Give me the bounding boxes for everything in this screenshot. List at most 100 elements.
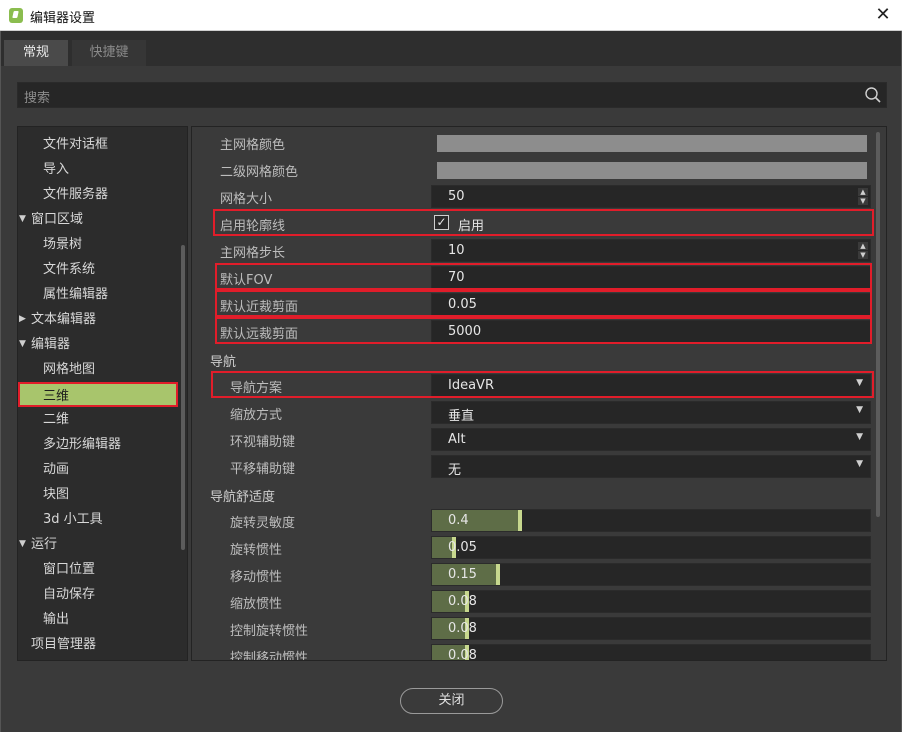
sidebar-item-visual-editors[interactable]: 块图 bbox=[43, 482, 69, 507]
sidebar-item-label: 场景树 bbox=[43, 237, 83, 252]
orbit-modifier-dropdown[interactable]: Alt ▼ bbox=[431, 428, 871, 451]
primary-grid-color-picker[interactable] bbox=[437, 135, 867, 152]
sidebar-item-inspector[interactable]: 属性编辑器 bbox=[43, 282, 108, 307]
step-down-icon[interactable]: ▼ bbox=[858, 197, 868, 205]
primary-grid-steps-spinbox[interactable]: 10 ▲ ▼ bbox=[431, 239, 871, 262]
zoom-inertia-slider[interactable]: 0.08 bbox=[431, 590, 871, 613]
sidebar-item-docks[interactable]: ▼ 窗口区域 bbox=[19, 207, 84, 232]
tab-general[interactable]: 常规 bbox=[4, 40, 68, 66]
show-outline-text: 启用 bbox=[458, 219, 485, 234]
sidebar-item-file-server[interactable]: 文件服务器 bbox=[43, 182, 108, 207]
sidebar-item-import[interactable]: 导入 bbox=[43, 157, 69, 182]
tab-shortcuts[interactable]: 快捷键 bbox=[72, 40, 146, 66]
grid-size-stepper[interactable]: ▲ ▼ bbox=[858, 188, 868, 205]
step-down-icon[interactable]: ▼ bbox=[858, 251, 868, 259]
sidebar-item-scene-tree[interactable]: 场景树 bbox=[43, 232, 82, 257]
slider-handle[interactable] bbox=[496, 564, 500, 585]
navigation-scheme-value: IdeaVR bbox=[448, 378, 494, 393]
primary-grid-steps-stepper[interactable]: ▲ ▼ bbox=[858, 242, 868, 259]
default-fov-value: 70 bbox=[448, 270, 465, 285]
default-z-near-value: 0.05 bbox=[448, 297, 477, 312]
sidebar-item-polygon-editor[interactable]: 多边形编辑器 bbox=[43, 432, 121, 457]
zoom-style-label: 缩放方式 bbox=[230, 408, 283, 423]
orbit-sensitivity-label: 旋转灵敏度 bbox=[230, 516, 296, 531]
expand-arrow-icon[interactable]: ▼ bbox=[19, 532, 26, 557]
properties-panel: 主网格颜色 二级网格颜色 网格大小 50 ▲ ▼ 启用轮廓线 ✓ 启用 主网格步长… bbox=[191, 126, 887, 661]
chevron-down-icon: ▼ bbox=[856, 405, 863, 415]
search-input[interactable]: 搜索 bbox=[17, 82, 887, 108]
sidebar-item-label: 块图 bbox=[43, 487, 70, 502]
grid-size-spinbox[interactable]: 50 ▲ ▼ bbox=[431, 185, 871, 208]
orbit-inertia-slider[interactable]: 0.05 bbox=[431, 536, 871, 559]
sidebar-item-label: 窗口位置 bbox=[43, 562, 96, 577]
sidebar-item-3d-gizmos[interactable]: 3d 小工具 bbox=[43, 507, 103, 532]
sidebar-item-project-manager[interactable]: 项目管理器 bbox=[31, 632, 96, 657]
sidebar-item-filesystem[interactable]: 文件系统 bbox=[43, 257, 95, 282]
grid-size-label: 网格大小 bbox=[220, 192, 273, 207]
default-fov-field[interactable]: 70 bbox=[431, 266, 871, 289]
sidebar-item-label: 3d 小工具 bbox=[43, 512, 103, 527]
primary-grid-steps-label: 主网格步长 bbox=[220, 246, 286, 261]
sidebar-item-label: 三维 bbox=[43, 389, 70, 404]
translation-inertia-value: 0.15 bbox=[448, 567, 477, 582]
sidebar-item-label: 窗口区域 bbox=[31, 212, 84, 227]
collapse-arrow-icon[interactable]: ▶ bbox=[19, 307, 26, 332]
navigation-section-header: 导航 bbox=[210, 355, 237, 370]
step-up-icon[interactable]: ▲ bbox=[858, 242, 868, 250]
zoom-inertia-value: 0.08 bbox=[448, 594, 477, 609]
chevron-down-icon: ▼ bbox=[856, 378, 863, 388]
default-z-near-field[interactable]: 0.05 bbox=[431, 293, 871, 316]
secondary-grid-color-picker[interactable] bbox=[437, 162, 867, 179]
slider-handle[interactable] bbox=[518, 510, 522, 531]
sidebar-scrollbar[interactable] bbox=[181, 245, 185, 550]
pan-modifier-value: 无 bbox=[448, 463, 462, 478]
sidebar-item-label: 项目管理器 bbox=[31, 637, 97, 652]
sidebar-item-label: 二维 bbox=[43, 412, 70, 427]
sidebar-item-text-editor[interactable]: ▶ 文本编辑器 bbox=[19, 307, 97, 332]
zoom-style-value: 垂直 bbox=[448, 409, 475, 424]
manipulation-orbit-inertia-slider[interactable]: 0.08 bbox=[431, 617, 871, 640]
sidebar-item-label: 网格地图 bbox=[43, 362, 96, 377]
translation-inertia-slider[interactable]: 0.15 bbox=[431, 563, 871, 586]
zoom-style-dropdown[interactable]: 垂直 ▼ bbox=[431, 401, 871, 424]
sidebar-item-label: 文件系统 bbox=[43, 262, 96, 277]
sidebar-item-output[interactable]: 输出 bbox=[43, 607, 69, 632]
sidebar-item-label: 文件对话框 bbox=[43, 137, 109, 152]
pan-modifier-dropdown[interactable]: 无 ▼ bbox=[431, 455, 871, 478]
sidebar-item-window-placement[interactable]: 窗口位置 bbox=[43, 557, 95, 582]
chevron-down-icon: ▼ bbox=[856, 459, 863, 469]
sidebar-item-file-dialog[interactable]: 文件对话框 bbox=[43, 132, 108, 157]
default-z-far-field[interactable]: 5000 bbox=[431, 320, 871, 343]
sidebar-item-auto-save[interactable]: 自动保存 bbox=[43, 582, 95, 607]
sidebar-item-editors[interactable]: ▼ 编辑器 bbox=[19, 332, 70, 357]
step-up-icon[interactable]: ▲ bbox=[858, 188, 868, 196]
default-z-far-label: 默认远裁剪面 bbox=[220, 327, 299, 342]
sidebar-item-label: 动画 bbox=[43, 462, 70, 477]
show-outline-toggle[interactable]: ✓ 启用 bbox=[431, 212, 871, 235]
expand-arrow-icon[interactable]: ▼ bbox=[19, 207, 26, 232]
sidebar-item-grid-map[interactable]: 网格地图 bbox=[43, 357, 95, 382]
sidebar-item-animation[interactable]: 动画 bbox=[43, 457, 69, 482]
close-button[interactable]: 关闭 bbox=[400, 688, 503, 714]
expand-arrow-icon[interactable]: ▼ bbox=[19, 332, 26, 357]
manipulation-translation-inertia-slider[interactable]: 0.08 bbox=[431, 644, 871, 661]
secondary-grid-color-label: 二级网格颜色 bbox=[220, 165, 299, 180]
tab-bar: 常规 快捷键 bbox=[1, 31, 901, 66]
manipulation-translation-inertia-value: 0.08 bbox=[448, 648, 477, 661]
window-close-icon[interactable]: ✕ bbox=[873, 4, 893, 26]
sidebar-item-label: 多边形编辑器 bbox=[43, 437, 122, 452]
checkbox-checked-icon[interactable]: ✓ bbox=[434, 215, 449, 230]
orbit-sensitivity-slider[interactable]: 0.4 bbox=[431, 509, 871, 532]
title-bar: 编辑器设置 ✕ bbox=[0, 0, 902, 31]
sidebar-item-2d[interactable]: 二维 bbox=[43, 407, 69, 432]
search-icon[interactable] bbox=[864, 86, 882, 104]
manipulation-orbit-inertia-label: 控制旋转惯性 bbox=[230, 624, 309, 639]
settings-category-tree[interactable]: 文件对话框 导入 文件服务器 ▼ 窗口区域 场景树 文件系统 属性编辑器 ▶ 文本编… bbox=[17, 126, 188, 661]
manipulation-translation-inertia-label: 控制移动惯性 bbox=[230, 651, 309, 661]
sidebar-item-3d[interactable]: 三维 bbox=[18, 382, 178, 407]
navigation-scheme-dropdown[interactable]: IdeaVR ▼ bbox=[431, 374, 871, 397]
properties-scrollbar[interactable] bbox=[876, 132, 880, 517]
sidebar-item-run[interactable]: ▼ 运行 bbox=[19, 532, 57, 557]
sidebar-item-label: 文本编辑器 bbox=[31, 312, 97, 327]
default-fov-label: 默认FOV bbox=[220, 273, 273, 288]
